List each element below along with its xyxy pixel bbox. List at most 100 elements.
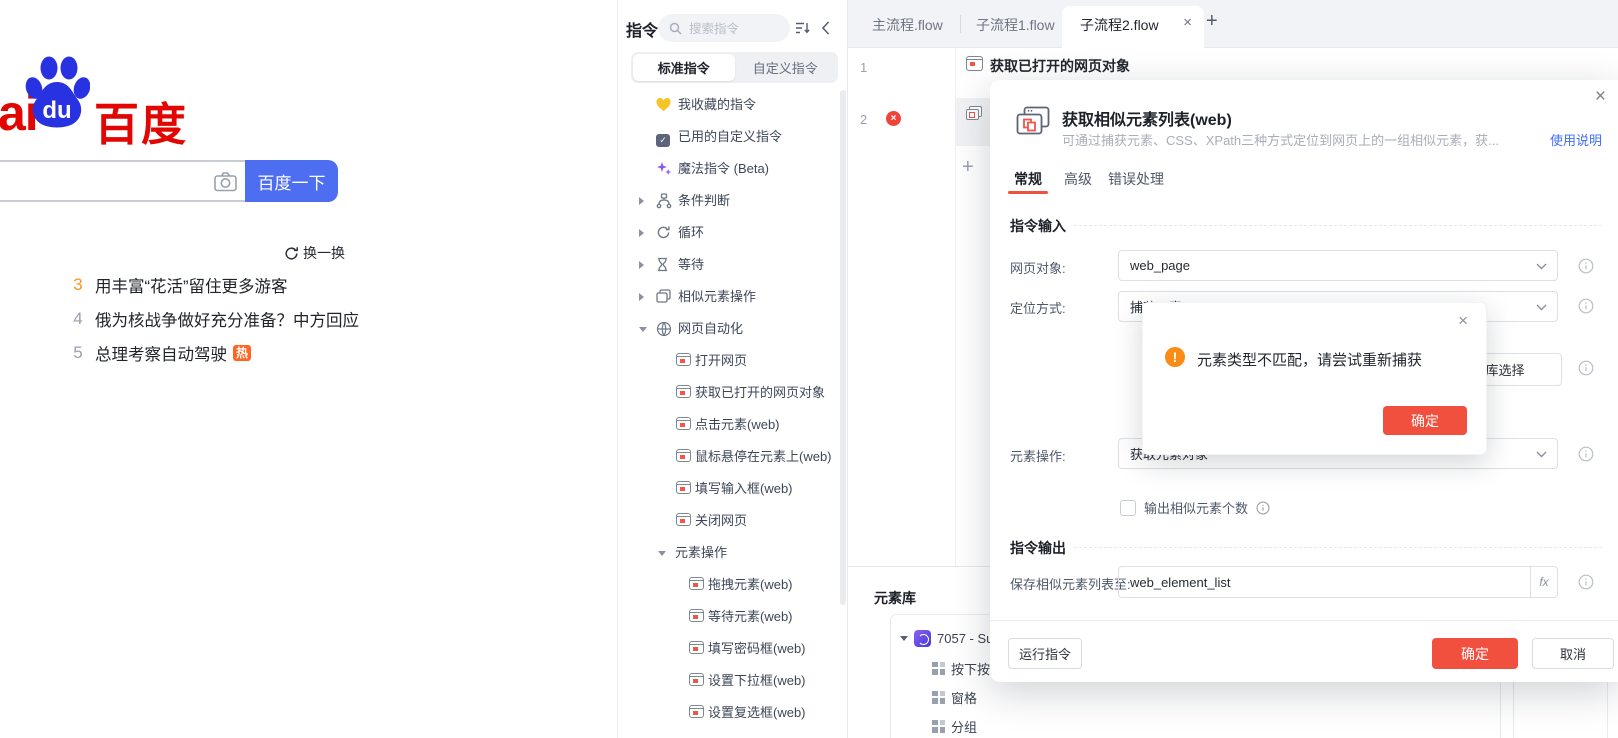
save-variable-input[interactable] [1119, 567, 1530, 597]
web-window-icon [689, 673, 704, 691]
instr-item-close-webpage[interactable]: 关闭网页 [618, 509, 838, 533]
add-tab-button[interactable]: + [1206, 10, 1218, 33]
magic-sparkle-icon [656, 161, 672, 182]
fx-expression-icon[interactable]: fx [1530, 567, 1557, 597]
instruction-panel-title: 指令 [626, 23, 659, 40]
section-output-title: 指令输出 [1010, 540, 1066, 556]
hot-rank: 5 [73, 343, 83, 362]
webpage-select[interactable]: web_page [1118, 250, 1558, 281]
web-window-icon [689, 609, 704, 627]
instr-group-conditional[interactable]: 条件判断 [618, 189, 838, 213]
hot-item[interactable]: 4 俄为核战争做好充分准备？中方回应 [70, 307, 359, 331]
hotlist-refresh[interactable]: 换一换 [284, 243, 345, 263]
info-icon[interactable] [1256, 500, 1270, 515]
hot-title[interactable]: 俄为核战争做好充分准备？中方回应 [95, 307, 359, 331]
chevron-down-icon [1536, 304, 1547, 311]
panel-column-divider [1500, 682, 1514, 738]
element-library-item[interactable]: 分组 [932, 715, 977, 737]
instr-subgroup-element-ops[interactable]: 元素操作 [618, 541, 838, 565]
save-field-label: 保存相似元素列表至: [1010, 577, 1131, 592]
heart-icon [656, 97, 671, 117]
instr-item-fill-input[interactable]: 填写输入框(web) [618, 477, 838, 501]
instr-item-set-checkbox[interactable]: 设置复选框(web) [618, 701, 838, 725]
close-popup-icon[interactable]: × [1458, 311, 1468, 331]
baidu-search-box[interactable] [0, 160, 245, 202]
dialog-tab-advanced[interactable]: 高级 [1064, 169, 1092, 189]
instr-item-fill-password[interactable]: 填写密码框(web) [618, 637, 838, 661]
caret-down-icon [658, 551, 666, 556]
footer-divider [990, 620, 1618, 621]
webpage-field-label: 网页对象: [1010, 261, 1066, 276]
hot-item[interactable]: 5 总理考察自动驾驶 热 [70, 341, 252, 365]
instr-group-web-automation[interactable]: 网页自动化 [618, 317, 838, 341]
app-icon [914, 629, 931, 647]
instr-group-loop[interactable]: 循环 [618, 221, 838, 245]
caret-right-icon [639, 197, 644, 205]
tab-custom-instructions[interactable]: 自定义指令 [735, 54, 837, 81]
output-count-checkbox[interactable] [1120, 499, 1136, 516]
flow-tab-main[interactable]: 主流程.flow [872, 15, 943, 35]
error-popup: × ! 元素类型不匹配，请尝试重新捕获 确定 [1142, 302, 1487, 455]
camera-icon[interactable] [214, 171, 237, 192]
ui-element-icon [932, 719, 945, 733]
hot-title[interactable]: 总理考察自动驾驶 [95, 341, 227, 365]
instruction-search-input[interactable] [687, 17, 783, 41]
popup-ok-button[interactable]: 确定 [1383, 406, 1467, 435]
web-window-icon [676, 353, 691, 371]
flow-step-label[interactable]: 获取已打开的网页对象 [990, 56, 1130, 76]
baidu-logo-du: du [42, 97, 71, 124]
instr-group-wait[interactable]: 等待 [618, 253, 838, 277]
chevron-down-icon [1536, 451, 1547, 458]
close-tab-icon[interactable]: × [1183, 14, 1192, 31]
hot-title[interactable]: 用丰富“花活”留住更多游客 [95, 273, 288, 297]
instr-item-drag-element[interactable]: 拖拽元素(web) [618, 573, 838, 597]
app-window: ai du 百度 百度一下 换一换 3 用丰富“花活”留住更多游客 4 俄为核战… [0, 0, 1618, 738]
sort-icon[interactable] [795, 21, 811, 35]
instr-item-hover-element[interactable]: 鼠标悬停在元素上(web) [618, 445, 838, 469]
similar-elements-icon [656, 289, 671, 308]
scrollbar[interactable] [840, 90, 846, 605]
flow-row-number: 2 [860, 112, 868, 127]
instr-item-wait-element[interactable]: 等待元素(web) [618, 605, 838, 629]
dialog-tab-error-handling[interactable]: 错误处理 [1108, 169, 1164, 189]
flow-tab-sub2-active[interactable]: 子流程2.flow × [1062, 6, 1204, 49]
instruction-search[interactable] [658, 14, 790, 42]
instr-item-click-element[interactable]: 点击元素(web) [618, 413, 838, 437]
cancel-button[interactable]: 取消 [1532, 638, 1614, 669]
instr-item-magic[interactable]: 魔法指令 (Beta) [618, 157, 838, 181]
hotlist-refresh-label: 换一换 [303, 245, 345, 261]
info-icon[interactable] [1578, 360, 1594, 376]
instr-item-used-custom[interactable]: ✓ 已用的自定义指令 [618, 125, 838, 149]
hot-item[interactable]: 3 用丰富“花活”留住更多游客 [70, 273, 288, 297]
info-icon[interactable] [1578, 574, 1594, 590]
help-link[interactable]: 使用说明 [1550, 130, 1602, 149]
flow-tab-sub1[interactable]: 子流程1.flow [976, 15, 1055, 35]
ok-button[interactable]: 确定 [1432, 638, 1518, 669]
search-icon [669, 22, 682, 35]
instr-item-get-opened-webpage[interactable]: 获取已打开的网页对象 [618, 381, 838, 405]
info-icon[interactable] [1578, 258, 1594, 274]
instr-item-favorites[interactable]: 我收藏的指令 [618, 93, 838, 117]
caret-right-icon [639, 229, 644, 237]
info-icon[interactable] [1578, 298, 1594, 314]
error-badge-icon[interactable]: × [886, 111, 901, 126]
instr-item-open-webpage[interactable]: 打开网页 [618, 349, 838, 373]
caret-right-icon [639, 293, 644, 301]
close-dialog-icon[interactable]: × [1595, 86, 1606, 108]
collapse-panel-icon[interactable] [821, 21, 830, 35]
active-tab-underline [1008, 191, 1048, 194]
info-icon[interactable] [1578, 446, 1594, 462]
element-library-item[interactable]: 窗格 [932, 686, 977, 708]
run-instruction-button[interactable]: 运行指令 [1008, 638, 1082, 669]
tab-standard-instructions[interactable]: 标准指令 [633, 54, 735, 81]
add-step-button[interactable]: + [962, 156, 974, 179]
instr-group-similar-elements[interactable]: 相似元素操作 [618, 285, 838, 309]
dialog-tab-general[interactable]: 常规 [1014, 169, 1042, 189]
flow-row-number: 1 [860, 60, 868, 75]
instr-item-set-dropdown[interactable]: 设置下拉框(web) [618, 669, 838, 693]
element-library-root[interactable]: 7057 - Su [900, 627, 993, 649]
used-instructions-icon: ✓ [656, 130, 670, 148]
baidu-search-input[interactable] [8, 164, 162, 200]
chevron-down-icon [1536, 263, 1547, 270]
baidu-search-button[interactable]: 百度一下 [245, 160, 338, 202]
